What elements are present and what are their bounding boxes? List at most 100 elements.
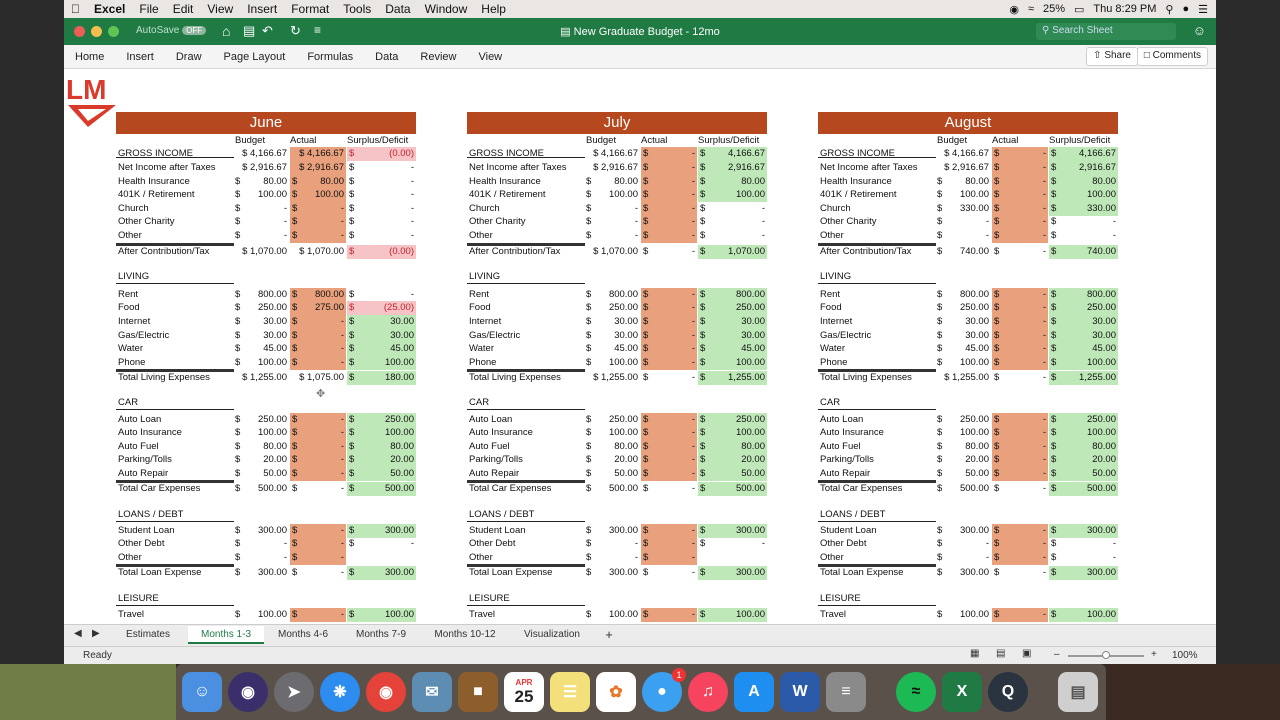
row-label[interactable]: Auto Loan — [118, 414, 161, 425]
surplus-cell[interactable]: $30.00 — [698, 315, 767, 329]
surplus-cell[interactable]: $30.00 — [698, 329, 767, 343]
row-label[interactable]: Other Charity — [820, 216, 877, 227]
surplus-cell[interactable]: $ (0.00) — [347, 245, 416, 259]
actual-cell[interactable]: $ - — [992, 202, 1048, 216]
page-layout-view-icon[interactable]: ▤ — [996, 648, 1005, 659]
row-label[interactable]: Other Charity — [469, 216, 526, 227]
actual-cell[interactable]: $ - — [290, 566, 346, 580]
surplus-cell[interactable]: $30.00 — [1049, 329, 1118, 343]
budget-cell[interactable]: $ 1,255.00 — [935, 371, 991, 385]
budget-cell[interactable]: $80.00 — [233, 440, 289, 454]
share-button[interactable]: ⇧ Share — [1086, 47, 1138, 66]
surplus-cell[interactable]: $4,166.67 — [698, 147, 767, 161]
actual-cell[interactable]: $ - — [641, 566, 697, 580]
surplus-cell[interactable]: $100.00 — [698, 188, 767, 202]
budget-cell[interactable]: $500.00 — [233, 482, 289, 496]
surplus-cell[interactable]: $300.00 — [698, 524, 767, 538]
prev-sheet-icon[interactable]: ◀ — [74, 628, 82, 639]
month-header[interactable]: July — [467, 112, 767, 134]
row-label[interactable]: Auto Insurance — [820, 427, 884, 438]
menu-file[interactable]: File — [132, 2, 165, 16]
surplus-cell[interactable]: $ - — [347, 202, 416, 216]
surplus-cell[interactable]: $100.00 — [1049, 188, 1118, 202]
surplus-cell[interactable]: $250.00 — [698, 413, 767, 427]
row-label[interactable]: Water — [469, 343, 494, 354]
notes-icon[interactable]: ☰ — [550, 672, 590, 712]
surplus-cell[interactable]: $80.00 — [1049, 440, 1118, 454]
actual-cell[interactable]: $ - — [290, 608, 346, 622]
actual-cell[interactable]: $ - — [641, 329, 697, 343]
surplus-cell[interactable]: $330.00 — [1049, 202, 1118, 216]
budget-cell[interactable]: $ - — [584, 551, 640, 565]
budget-cell[interactable]: $80.00 — [935, 440, 991, 454]
row-label[interactable]: Student Loan — [469, 525, 526, 536]
row-label[interactable]: Gas/Electric — [469, 330, 520, 341]
surplus-cell[interactable]: $ - — [347, 229, 416, 243]
surplus-cell[interactable]: $ - — [1049, 215, 1118, 229]
actual-cell[interactable]: $ - — [290, 202, 346, 216]
budget-cell[interactable]: $20.00 — [233, 453, 289, 467]
actual-cell[interactable]: $ - — [641, 467, 697, 481]
budget-cell[interactable]: $100.00 — [233, 608, 289, 622]
menu-list-icon[interactable]: ☰ — [1198, 3, 1208, 16]
budget-cell[interactable]: $50.00 — [935, 467, 991, 481]
row-label[interactable]: Internet — [820, 316, 852, 327]
smiley-feedback-icon[interactable]: ☺ — [1193, 23, 1206, 38]
row-label[interactable]: Total Car Expenses — [469, 483, 551, 494]
surplus-cell[interactable]: $100.00 — [347, 608, 416, 622]
row-label[interactable]: Phone — [820, 357, 847, 368]
actual-cell[interactable]: $ - — [992, 329, 1048, 343]
row-label[interactable]: Parking/Tolls — [820, 454, 874, 465]
budget-cell[interactable]: $ - — [584, 229, 640, 243]
actual-cell[interactable]: $ - — [641, 161, 697, 175]
surplus-cell[interactable]: $100.00 — [1049, 608, 1118, 622]
actual-cell[interactable]: $ - — [641, 608, 697, 622]
surplus-cell[interactable]: $100.00 — [698, 426, 767, 440]
row-label[interactable]: Auto Insurance — [469, 427, 533, 438]
actual-cell[interactable]: $ - — [641, 524, 697, 538]
menu-format[interactable]: Format — [284, 2, 336, 16]
surplus-cell[interactable]: $80.00 — [698, 440, 767, 454]
actual-cell[interactable]: $ - — [641, 426, 697, 440]
budget-cell[interactable]: $ - — [584, 215, 640, 229]
row-label[interactable]: Food — [118, 302, 140, 313]
budget-cell[interactable]: $30.00 — [584, 315, 640, 329]
budget-cell[interactable]: $ - — [935, 537, 991, 551]
tab-view[interactable]: View — [467, 51, 513, 63]
row-label[interactable]: Auto Fuel — [469, 441, 510, 452]
actual-cell[interactable]: $ - — [290, 551, 346, 565]
spotify-icon[interactable]: ≈ — [896, 672, 936, 712]
budget-cell[interactable]: $100.00 — [584, 608, 640, 622]
budget-cell[interactable]: $100.00 — [935, 426, 991, 440]
quicktime-icon[interactable]: Q — [988, 672, 1028, 712]
surplus-cell[interactable]: $300.00 — [698, 566, 767, 580]
actual-cell[interactable]: $ - — [641, 229, 697, 243]
trash-icon[interactable]: ▤ — [1058, 672, 1098, 712]
sheet-tab-estimates[interactable]: Estimates — [108, 626, 188, 644]
actual-cell[interactable]: $ - — [992, 245, 1048, 259]
row-label[interactable]: Total Living Expenses — [469, 372, 561, 383]
actual-cell[interactable]: $ - — [992, 467, 1048, 481]
siri-icon[interactable]: ◉ — [228, 672, 268, 712]
search-sheet-input[interactable]: ⚲ Search Sheet — [1036, 23, 1176, 40]
row-label[interactable]: Internet — [469, 316, 501, 327]
wifi-icon[interactable]: ≈ — [1028, 3, 1034, 15]
actual-cell[interactable]: $ - — [290, 356, 346, 370]
photos-icon[interactable]: ✿ — [596, 672, 636, 712]
budget-cell[interactable]: $250.00 — [584, 301, 640, 315]
surplus-cell[interactable]: $80.00 — [347, 440, 416, 454]
budget-cell[interactable]: $ - — [935, 215, 991, 229]
actual-cell[interactable]: $ - — [992, 229, 1048, 243]
actual-cell[interactable]: $ - — [992, 356, 1048, 370]
row-label[interactable]: After Contribution/Tax — [118, 246, 209, 257]
row-label[interactable]: Total Car Expenses — [820, 483, 902, 494]
menu-edit[interactable]: Edit — [166, 2, 201, 16]
budget-cell[interactable]: $250.00 — [935, 301, 991, 315]
row-label[interactable]: Gas/Electric — [820, 330, 871, 341]
surplus-cell[interactable]: $ - — [1049, 551, 1118, 565]
budget-cell[interactable]: $45.00 — [233, 342, 289, 356]
row-label[interactable]: Travel — [820, 609, 846, 620]
menu-data[interactable]: Data — [378, 2, 417, 16]
budget-cell[interactable]: $740.00 — [935, 245, 991, 259]
row-label[interactable]: Net Income after Taxes — [820, 162, 918, 173]
